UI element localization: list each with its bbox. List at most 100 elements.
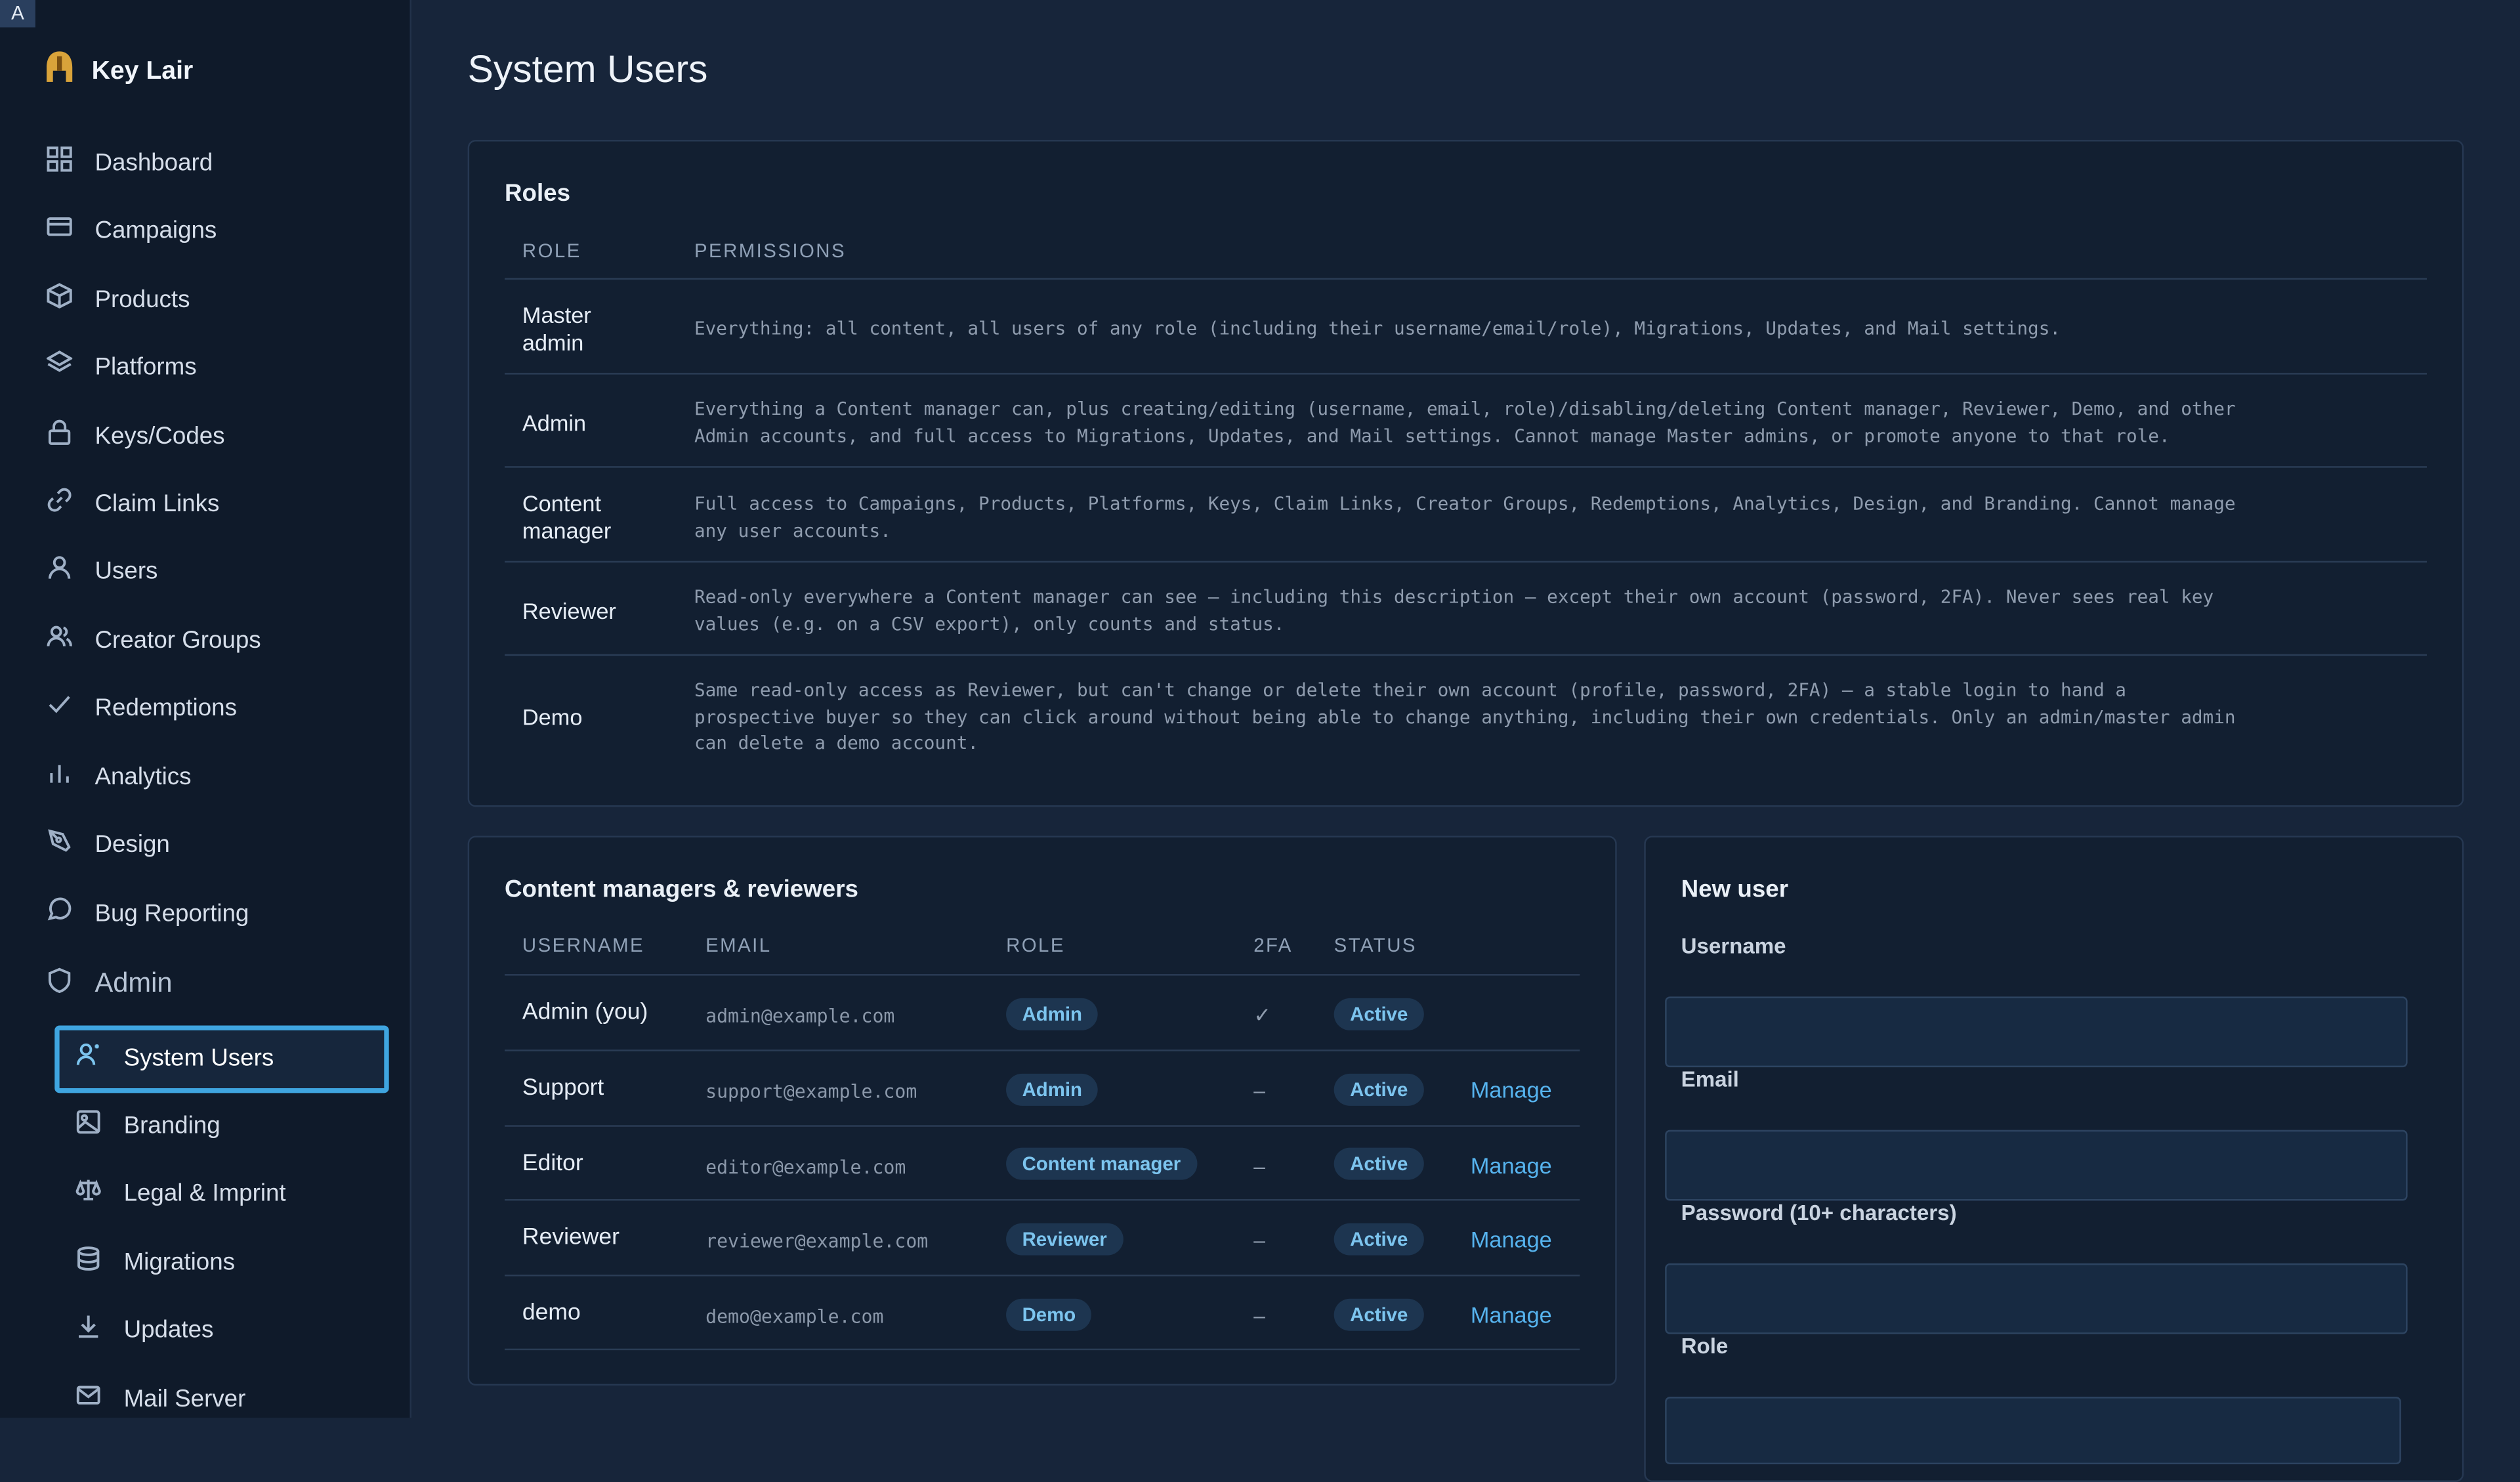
- email-input[interactable]: [1665, 1130, 2408, 1201]
- user-email: reviewer@example.com: [705, 1229, 929, 1252]
- sidebar-item-creator-groups[interactable]: Creator Groups: [47, 620, 261, 659]
- role-permissions: Same read-only access as Reviewer, but c…: [694, 679, 2236, 754]
- sidebar-item-label: Campaigns: [94, 216, 217, 244]
- image-icon: [75, 1109, 101, 1141]
- sidebar-item-label: Redemptions: [94, 693, 237, 721]
- manage-link[interactable]: Manage: [1471, 1077, 1552, 1103]
- divider: [504, 278, 2427, 280]
- user-email: admin@example.com: [705, 1004, 895, 1027]
- twofa-status: –: [1253, 1154, 1265, 1179]
- database-icon: [75, 1246, 101, 1278]
- user-username: Admin (you): [522, 1000, 648, 1026]
- manage-link[interactable]: Manage: [1471, 1227, 1552, 1252]
- column-header-role: ROLE: [1006, 933, 1065, 957]
- role-badge: Admin: [1006, 1073, 1099, 1106]
- sidebar-item-branding[interactable]: Branding: [75, 1106, 220, 1145]
- sidebar-section-admin[interactable]: Admin: [47, 964, 173, 1003]
- manage-link[interactable]: Manage: [1471, 1153, 1552, 1178]
- sidebar-item-migrations[interactable]: Migrations: [75, 1242, 235, 1281]
- brand[interactable]: Key Lair: [43, 50, 193, 93]
- role-name: Demo: [522, 704, 583, 730]
- bar-chart-icon: [47, 760, 72, 792]
- sidebar-item-updates[interactable]: Updates: [75, 1310, 213, 1349]
- sidebar-item-system-users[interactable]: System Users: [75, 1038, 274, 1077]
- column-header-2fa: 2FA: [1253, 933, 1293, 957]
- sidebar-item-label: Creator Groups: [94, 625, 261, 654]
- download-icon: [75, 1313, 101, 1345]
- column-header-email: EMAIL: [705, 933, 772, 957]
- check-icon: [47, 691, 72, 723]
- twofa-status: ✓: [1253, 1003, 1271, 1027]
- divider: [504, 373, 2427, 375]
- roles-card: Roles ROLE PERMISSIONS Master admin Ever…: [467, 140, 2464, 807]
- sidebar-item-legal-imprint[interactable]: Legal & Imprint: [75, 1174, 286, 1212]
- scale-icon: [75, 1177, 101, 1209]
- user-username: Editor: [522, 1151, 583, 1177]
- sidebar-item-label: Bug Reporting: [94, 899, 249, 927]
- campaigns-icon: [47, 214, 72, 246]
- divider: [504, 1198, 1580, 1201]
- roles-card-title: Roles: [504, 180, 571, 207]
- column-header-username: USERNAME: [522, 933, 645, 957]
- column-header-status: STATUS: [1334, 933, 1417, 957]
- sidebar-item-analytics[interactable]: Analytics: [47, 757, 192, 795]
- sidebar-item-label: System Users: [123, 1044, 274, 1072]
- role-name: Content manager: [522, 490, 612, 543]
- sidebar-item-claim-links[interactable]: Claim Links: [47, 484, 219, 522]
- divider: [504, 1348, 1580, 1351]
- divider: [504, 1125, 1580, 1127]
- role-badge: Reviewer: [1006, 1223, 1124, 1256]
- divider: [504, 1049, 1580, 1051]
- dashboard-grid-icon: [47, 146, 72, 179]
- sidebar-item-keys-codes[interactable]: Keys/Codes: [47, 416, 225, 455]
- pen-tool-icon: [47, 828, 72, 860]
- divider: [504, 974, 1580, 976]
- sidebar-item-label: Products: [94, 285, 190, 313]
- sidebar-item-label: Updates: [123, 1315, 214, 1344]
- sidebar-item-label: Migrations: [123, 1248, 236, 1276]
- message-icon: [47, 897, 72, 929]
- sidebar-section-label: Admin: [94, 967, 173, 998]
- role-select[interactable]: [1665, 1397, 2401, 1465]
- sidebar-item-redemptions[interactable]: Redemptions: [47, 688, 237, 727]
- sidebar-item-bug-reporting[interactable]: Bug Reporting: [47, 894, 249, 933]
- sidebar-item-dashboard[interactable]: Dashboard: [47, 143, 213, 182]
- users-card: Content managers & reviewers USERNAME EM…: [467, 836, 1617, 1386]
- main-content: System Users Roles ROLE PERMISSIONS Mast…: [411, 0, 2520, 1482]
- box-icon: [47, 283, 72, 315]
- sidebar-item-users[interactable]: Users: [47, 551, 158, 590]
- corner-label: A: [0, 0, 35, 28]
- sidebar: A Key Lair Dashboard Campaigns Products: [0, 0, 411, 1418]
- password-input[interactable]: [1665, 1263, 2408, 1334]
- status-badge: Active: [1334, 998, 1424, 1030]
- users-card-title: Content managers & reviewers: [504, 876, 858, 904]
- twofa-status: –: [1253, 1303, 1265, 1328]
- sidebar-item-products[interactable]: Products: [47, 280, 190, 318]
- sidebar-item-platforms[interactable]: Platforms: [45, 347, 197, 386]
- new-user-card-title: New user: [1681, 876, 1789, 904]
- role-permissions: Everything: all content, all users of an…: [694, 318, 2061, 339]
- link-icon: [47, 487, 72, 519]
- twofa-status: –: [1253, 1078, 1265, 1103]
- status-badge: Active: [1334, 1223, 1424, 1256]
- sidebar-item-mail-server[interactable]: Mail Server: [75, 1379, 245, 1418]
- status-badge: Active: [1334, 1298, 1424, 1331]
- role-label: Role: [1681, 1334, 1729, 1359]
- helmet-icon: [43, 50, 75, 93]
- sidebar-item-label: Claim Links: [94, 489, 220, 517]
- column-header-permissions: PERMISSIONS: [694, 239, 847, 263]
- user-icon: [47, 555, 72, 587]
- user-email: editor@example.com: [705, 1155, 906, 1179]
- layers-icon: [45, 350, 74, 383]
- status-badge: Active: [1334, 1147, 1424, 1180]
- manage-link[interactable]: Manage: [1471, 1302, 1552, 1328]
- username-input[interactable]: [1665, 996, 2408, 1068]
- role-name: Master admin: [522, 302, 591, 356]
- user-email: support@example.com: [705, 1080, 917, 1103]
- sidebar-item-label: Dashboard: [94, 148, 213, 177]
- sidebar-item-campaigns[interactable]: Campaigns: [47, 211, 217, 249]
- sidebar-item-design[interactable]: Design: [47, 824, 170, 863]
- user-cog-icon: [75, 1042, 101, 1074]
- user-username: Support: [522, 1075, 604, 1101]
- divider: [504, 466, 2427, 468]
